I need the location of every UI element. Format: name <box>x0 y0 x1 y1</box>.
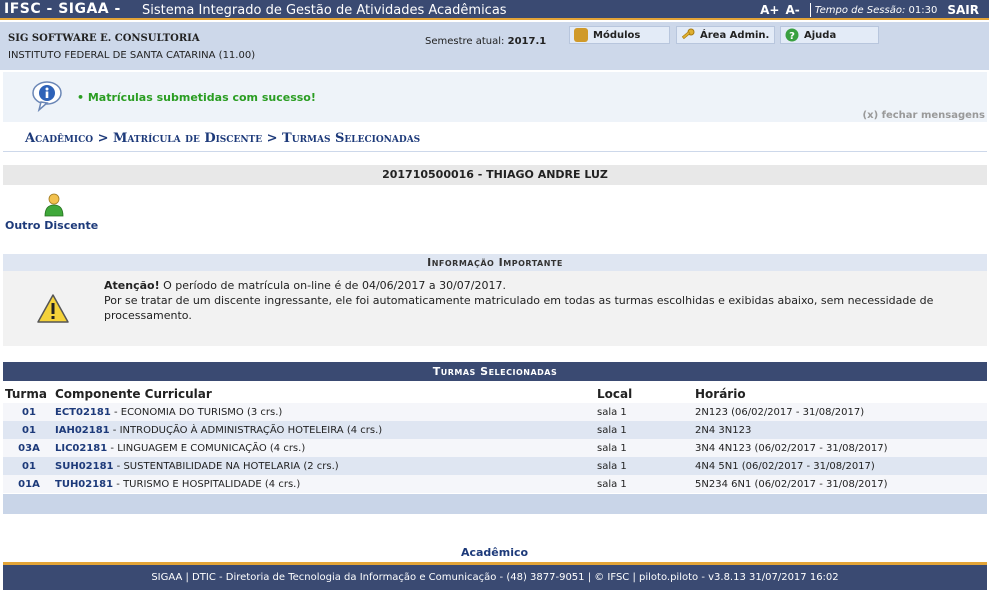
component-code-link[interactable]: LIC02181 <box>55 443 107 454</box>
table-row: 01 ECT02181 - ECONOMIA DO TURISMO (3 crs… <box>3 403 987 421</box>
font-decrease-button[interactable]: A- <box>785 3 799 17</box>
table-header-row: Turma Componente Curricular Local Horári… <box>3 384 987 403</box>
warning-icon <box>36 293 70 325</box>
local-cell: sala 1 <box>595 421 693 439</box>
app-subtitle: Sistema Integrado de Gestão de Atividade… <box>142 3 507 18</box>
component-name: - INTRODUÇÃO À ADMINISTRAÇÃO HOTELEIRA (… <box>109 424 383 436</box>
table-row: 01A TUH02181 - TURISMO E HOSPITALIDADE (… <box>3 475 987 493</box>
important-info-text: Atenção! O período de matrícula on-line … <box>104 278 987 323</box>
component-code-link[interactable]: ECT02181 <box>55 407 111 418</box>
column-header: Componente Curricular <box>55 386 212 401</box>
horario-cell: 5N234 6N1 (06/02/2017 - 31/08/2017) <box>693 475 987 493</box>
component-cell: TUH02181 - TURISMO E HOSPITALIDADE (4 cr… <box>53 475 595 493</box>
turma-cell: 01A <box>3 475 53 493</box>
key-icon <box>681 28 695 42</box>
session-label: Tempo de Sessão: <box>814 4 906 16</box>
local-cell: sala 1 <box>595 457 693 475</box>
help-button[interactable]: ? Ajuda <box>780 26 879 44</box>
top-bar-controls: A+ A- Tempo de Sessão: 01:30 SAIR <box>760 0 989 20</box>
help-label: Ajuda <box>804 29 837 41</box>
message-panel: • Matrículas submetidas com sucesso! (x)… <box>3 72 987 122</box>
current-semester: Semestre atual: 2017.1 <box>425 36 546 47</box>
modules-label: Módulos <box>593 29 641 41</box>
svg-text:?: ? <box>789 31 795 42</box>
info-icon <box>31 80 63 113</box>
attention-text: O período de matrícula on-line é de 04/0… <box>159 279 506 292</box>
student-header: 201710500016 - THIAGO ANDRE LUZ <box>3 165 987 185</box>
academico-link[interactable]: Acadêmico <box>0 546 989 559</box>
component-cell: IAH02181 - INTRODUÇÃO À ADMINISTRAÇÃO HO… <box>53 421 595 439</box>
important-info-header: Informação Importante <box>3 254 987 271</box>
table-row: 01 SUH02181 - SUSTENTABILIDADE NA HOTELA… <box>3 457 987 475</box>
divider <box>3 151 987 152</box>
component-cell: LIC02181 - LINGUAGEM E COMUNICAÇÃO (4 cr… <box>53 439 595 457</box>
component-code-link[interactable]: SUH02181 <box>55 461 113 472</box>
attention-label: Atenção! <box>104 279 160 292</box>
local-cell: sala 1 <box>595 439 693 457</box>
local-cell: sala 1 <box>595 403 693 421</box>
admin-area-button[interactable]: Área Admin. <box>676 26 775 44</box>
success-message: • Matrículas submetidas com sucesso! <box>77 91 316 104</box>
attention-line: Atenção! O período de matrícula on-line … <box>104 278 987 293</box>
column-header: Turma <box>5 386 47 401</box>
exit-button[interactable]: SAIR <box>947 3 979 17</box>
divider <box>809 3 811 17</box>
column-header: Horário <box>695 386 746 401</box>
turma-cell: 01 <box>3 421 53 439</box>
font-increase-button[interactable]: A+ <box>760 3 779 17</box>
breadcrumb: Acadêmico > Matrícula de Discente > Turm… <box>25 131 421 146</box>
institution-name: INSTITUTO FEDERAL DE SANTA CATARINA (11.… <box>8 50 256 61</box>
modules-icon <box>574 28 588 42</box>
column-header: Local <box>597 386 633 401</box>
horario-cell: 2N123 (06/02/2017 - 31/08/2017) <box>693 403 987 421</box>
app-brand: IFSC - SIGAA - <box>4 1 121 17</box>
semester-value: 2017.1 <box>507 36 547 47</box>
semester-label: Semestre atual: <box>425 36 505 47</box>
horario-cell: 3N4 4N123 (06/02/2017 - 31/08/2017) <box>693 439 987 457</box>
component-cell: ECT02181 - ECONOMIA DO TURISMO (3 crs.) <box>53 403 595 421</box>
turma-cell: 03A <box>3 439 53 457</box>
top-bar: IFSC - SIGAA - Sistema Integrado de Gest… <box>0 0 989 20</box>
horario-cell: 4N4 5N1 (06/02/2017 - 31/08/2017) <box>693 457 987 475</box>
info-bar: SIG SOFTWARE E. CONSULTORIA INSTITUTO FE… <box>0 22 989 70</box>
component-code-link[interactable]: IAH02181 <box>55 425 110 436</box>
component-name: - SUSTENTABILIDADE NA HOTELARIA (2 crs.) <box>113 460 339 472</box>
turmas-header: Turmas Selecionadas <box>3 362 987 381</box>
person-icon <box>42 192 66 218</box>
table-footer <box>3 494 987 514</box>
org-name: SIG SOFTWARE E. CONSULTORIA <box>8 33 200 44</box>
local-cell: sala 1 <box>595 475 693 493</box>
important-info-body: Atenção! O período de matrícula on-line … <box>3 271 987 346</box>
turma-cell: 01 <box>3 457 53 475</box>
close-messages-link[interactable]: (x) fechar mensagens <box>863 110 985 121</box>
admin-area-label: Área Admin. <box>700 29 770 41</box>
table-row: 03A LIC02181 - LINGUAGEM E COMUNICAÇÃO (… <box>3 439 987 457</box>
page-footer: SIGAA | DTIC - Diretoria de Tecnologia d… <box>3 562 987 590</box>
horario-cell: 2N4 3N123 <box>693 421 987 439</box>
component-cell: SUH02181 - SUSTENTABILIDADE NA HOTELARIA… <box>53 457 595 475</box>
modules-button[interactable]: Módulos <box>569 26 670 44</box>
session-timer: Tempo de Sessão: 01:30 <box>815 5 938 16</box>
component-name: - LINGUAGEM E COMUNICAÇÃO (4 crs.) <box>107 442 306 454</box>
outro-discente-label: Outro Discente <box>5 219 99 232</box>
session-time: 01:30 <box>908 4 938 16</box>
table-row: 01 IAH02181 - INTRODUÇÃO À ADMINISTRAÇÃO… <box>3 421 987 439</box>
turmas-table: Turma Componente Curricular Local Horári… <box>3 384 987 493</box>
help-icon: ? <box>785 28 799 42</box>
component-name: - ECONOMIA DO TURISMO (3 crs.) <box>110 406 283 418</box>
turma-cell: 01 <box>3 403 53 421</box>
component-name: - TURISMO E HOSPITALIDADE (4 crs.) <box>113 478 301 490</box>
ingressante-note: Por se tratar de um discente ingressante… <box>104 294 934 322</box>
component-code-link[interactable]: TUH02181 <box>55 479 113 490</box>
